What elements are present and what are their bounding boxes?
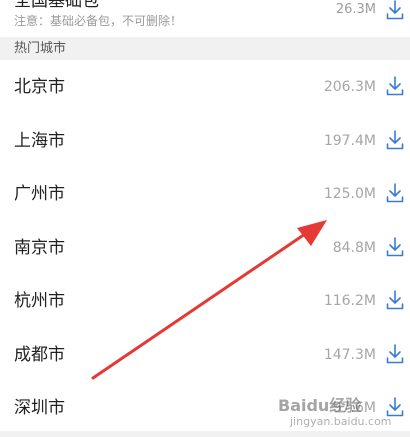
city-row-beijing[interactable]: 北京市 206.3M — [0, 60, 410, 114]
city-name: 北京市 — [14, 77, 65, 97]
base-package-size: 26.3M — [335, 2, 376, 17]
download-icon[interactable] — [386, 183, 404, 203]
bottom-divider — [0, 431, 410, 437]
city-size: 147.3M — [323, 346, 376, 363]
download-icon[interactable] — [386, 129, 404, 150]
city-size: 116.2M — [323, 293, 376, 309]
city-size: 125.0M — [323, 186, 376, 202]
base-package-title: 全国基础包 — [14, 0, 99, 11]
download-icon[interactable] — [386, 290, 404, 310]
city-row-shenzhen[interactable]: 深圳市 97.6M — [0, 381, 410, 435]
download-icon[interactable] — [386, 76, 404, 96]
city-list: 北京市 206.3M 上海市 197.4M 广州市 125.0M 南京市 84.… — [0, 60, 410, 435]
city-name: 深圳市 — [14, 398, 65, 418]
city-name: 上海市 — [14, 130, 65, 151]
city-name: 成都市 — [14, 344, 65, 365]
base-package-note: 注意：基础必备包，不可删除！ — [14, 14, 183, 28]
hot-cities-header: 热门城市 — [0, 37, 410, 60]
city-name: 南京市 — [14, 237, 65, 258]
download-icon[interactable] — [386, 397, 404, 417]
city-size: 84.8M — [332, 239, 376, 256]
download-icon[interactable] — [386, 236, 404, 257]
offline-map-download-page: 全国基础包 注意：基础必备包，不可删除！ 26.3M 热门城市 北京市 206.… — [0, 0, 410, 437]
city-size: 97.6M — [332, 400, 376, 416]
city-size: 206.3M — [323, 79, 376, 95]
hot-cities-title: 热门城市 — [14, 41, 67, 56]
city-row-guangzhou[interactable]: 广州市 125.0M — [0, 167, 410, 221]
city-row-chengdu[interactable]: 成都市 147.3M — [0, 328, 410, 382]
download-icon[interactable] — [386, 0, 404, 20]
base-package-item[interactable]: 全国基础包 注意：基础必备包，不可删除！ 26.3M — [0, 0, 410, 37]
city-row-nanjing[interactable]: 南京市 84.8M — [0, 221, 410, 275]
city-name: 广州市 — [14, 184, 65, 204]
city-row-hangzhou[interactable]: 杭州市 116.2M — [0, 274, 410, 328]
city-row-shanghai[interactable]: 上海市 197.4M — [0, 114, 410, 168]
download-icon[interactable] — [386, 343, 404, 364]
city-name: 杭州市 — [14, 291, 65, 311]
city-size: 197.4M — [323, 132, 376, 149]
